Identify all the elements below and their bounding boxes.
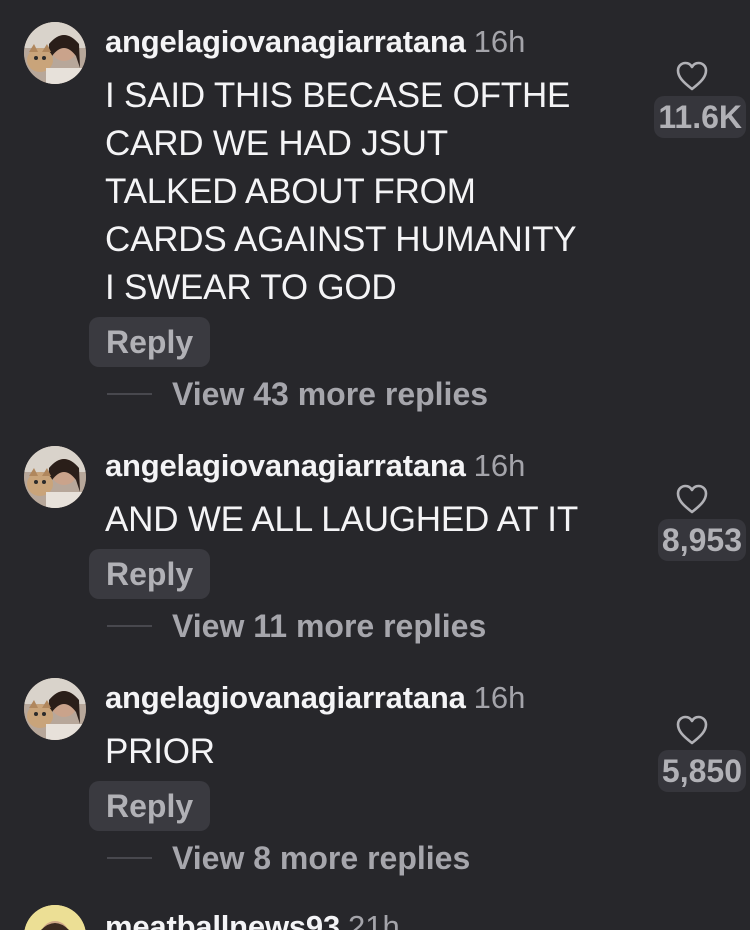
avatar[interactable] (24, 446, 86, 508)
comment-header: angelagiovanagiarratana 16h (105, 22, 525, 62)
heart-icon[interactable] (675, 483, 709, 515)
username[interactable]: angelagiovanagiarratana (105, 680, 466, 715)
like-area: 8,953 (640, 483, 750, 583)
avatar-photo (24, 22, 86, 84)
comment-header: meatballnews93 21h (105, 907, 400, 930)
comment-partial: meatballnews93 21h (0, 905, 750, 930)
like-count: 5,850 (657, 750, 746, 792)
thread-divider (107, 857, 152, 859)
like-count: 11.6K (654, 96, 746, 138)
like-area: 5,850 (640, 714, 750, 814)
like-count: 8,953 (657, 519, 746, 561)
avatar-photo (24, 446, 86, 508)
view-replies-button[interactable]: View 43 more replies (107, 374, 488, 414)
avatar[interactable] (24, 678, 86, 740)
thread-divider (107, 393, 152, 395)
view-replies-button[interactable]: View 11 more replies (107, 606, 486, 646)
thread-divider (107, 625, 152, 627)
reply-button[interactable]: Reply (89, 549, 211, 599)
timestamp: 16h (473, 24, 526, 59)
comment-text: AND WE ALL LAUGHED AT IT (105, 500, 579, 539)
avatar[interactable] (24, 22, 86, 84)
reply-button[interactable]: Reply (89, 317, 211, 367)
avatar[interactable] (24, 905, 86, 930)
heart-icon[interactable] (675, 60, 709, 92)
avatar-photo (24, 678, 86, 740)
heart-icon[interactable] (675, 714, 709, 746)
username[interactable]: meatballnews93 (105, 909, 340, 930)
comment-thread: angelagiovanagiarratana 16h I SAID THIS B… (0, 0, 750, 930)
username[interactable]: angelagiovanagiarratana (105, 448, 466, 483)
view-replies-label: View 11 more replies (172, 607, 487, 644)
reply-button[interactable]: Reply (89, 781, 211, 831)
timestamp: 16h (473, 448, 526, 483)
view-replies-label: View 43 more replies (172, 375, 489, 412)
view-replies-button[interactable]: View 8 more replies (107, 838, 470, 878)
timestamp: 16h (473, 680, 526, 715)
comment-text: PRIOR (105, 732, 215, 771)
view-replies-label: View 8 more replies (172, 839, 471, 876)
comment-header: angelagiovanagiarratana 16h (105, 446, 525, 486)
like-area: 11.6K (640, 60, 750, 160)
timestamp: 21h (347, 909, 400, 930)
comment-text: I SAID THIS BECASE OFTHE CARD WE HAD JSU… (105, 76, 577, 307)
avatar-photo (24, 905, 86, 930)
username[interactable]: angelagiovanagiarratana (105, 24, 466, 59)
comment-header: angelagiovanagiarratana 16h (105, 678, 525, 718)
